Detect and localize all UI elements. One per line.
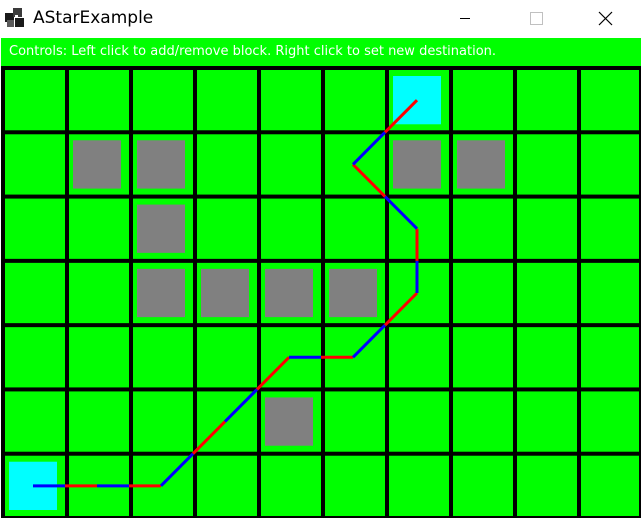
grid-cell[interactable] — [257, 197, 321, 261]
grid-line-horizontal — [1, 194, 641, 199]
grid-cell[interactable] — [1, 132, 65, 196]
grid-cell[interactable] — [577, 68, 641, 132]
block-cell[interactable] — [265, 268, 313, 318]
grid-cell[interactable] — [449, 325, 513, 389]
grid-cell[interactable] — [1, 68, 65, 132]
grid-line-horizontal — [1, 451, 641, 456]
grid-cell[interactable] — [449, 389, 513, 453]
grid-cell[interactable] — [449, 68, 513, 132]
grid-cell[interactable] — [513, 197, 577, 261]
grid-cell[interactable] — [65, 261, 129, 325]
grid-cell[interactable] — [1, 325, 65, 389]
grid-cell[interactable] — [193, 197, 257, 261]
grid-cell[interactable] — [513, 132, 577, 196]
grid-cell[interactable] — [577, 389, 641, 453]
close-icon — [598, 11, 613, 26]
grid-cell[interactable] — [257, 132, 321, 196]
grid-cell[interactable] — [577, 261, 641, 325]
block-cell[interactable] — [73, 140, 121, 189]
grid-cell[interactable] — [449, 454, 513, 518]
grid-cell[interactable] — [321, 454, 385, 518]
grid-cell[interactable] — [513, 325, 577, 389]
grid-cell[interactable] — [321, 68, 385, 132]
grid-cell[interactable] — [129, 325, 193, 389]
grid-cell[interactable] — [257, 454, 321, 518]
grid-cell[interactable] — [513, 261, 577, 325]
grid-cell[interactable] — [577, 197, 641, 261]
grid-cell[interactable] — [577, 132, 641, 196]
grid-line-horizontal — [1, 130, 641, 135]
block-cell[interactable] — [201, 268, 249, 318]
grid-cell[interactable] — [321, 389, 385, 453]
grid-cell[interactable] — [321, 197, 385, 261]
grid-cell[interactable] — [1, 261, 65, 325]
block-cell[interactable] — [457, 140, 505, 189]
grid-cell[interactable] — [385, 389, 449, 453]
astar-grid[interactable] — [1, 66, 641, 518]
grid-line-horizontal — [1, 258, 641, 263]
controls-instructions: Controls: Left click to add/remove block… — [9, 44, 497, 59]
grid-line-horizontal — [1, 387, 641, 392]
grid-cell[interactable] — [449, 197, 513, 261]
block-cell[interactable] — [137, 204, 185, 253]
grid-cell[interactable] — [577, 325, 641, 389]
grid-cell[interactable] — [385, 325, 449, 389]
grid-cell[interactable] — [129, 68, 193, 132]
minimize-button[interactable] — [442, 0, 488, 36]
grid-cell[interactable] — [1, 197, 65, 261]
grid-cell[interactable] — [385, 454, 449, 518]
grid-cell[interactable] — [257, 68, 321, 132]
grid-cell[interactable] — [65, 389, 129, 453]
grid-cell[interactable] — [193, 325, 257, 389]
close-button[interactable] — [582, 0, 628, 36]
grid-cell[interactable] — [193, 454, 257, 518]
block-cell[interactable] — [393, 140, 441, 189]
window-title: AStarExample — [33, 8, 154, 28]
grid-cell[interactable] — [65, 68, 129, 132]
grid-cell[interactable] — [65, 197, 129, 261]
maximize-button[interactable] — [512, 0, 558, 36]
grid-cell[interactable] — [449, 261, 513, 325]
app-window: AStarExample Controls: Left click to add… — [0, 0, 642, 518]
maximize-icon — [530, 12, 543, 25]
grid-cell[interactable] — [193, 68, 257, 132]
block-cell[interactable] — [137, 268, 185, 318]
grid-cell[interactable] — [193, 132, 257, 196]
grid-cell[interactable] — [513, 389, 577, 453]
grid-cell[interactable] — [513, 454, 577, 518]
grid-cell[interactable] — [1, 389, 65, 453]
block-cell[interactable] — [265, 397, 313, 446]
minimize-icon — [460, 18, 470, 19]
grid-line-horizontal — [1, 323, 641, 328]
grid-cell[interactable] — [513, 68, 577, 132]
grid-cell[interactable] — [577, 454, 641, 518]
block-cell[interactable] — [329, 268, 377, 318]
grid-cell[interactable] — [129, 389, 193, 453]
app-logo-icon — [5, 8, 24, 27]
block-cell[interactable] — [137, 140, 185, 189]
grid-cell[interactable] — [65, 325, 129, 389]
grid-line-horizontal — [1, 66, 641, 70]
title-bar[interactable]: AStarExample — [0, 0, 642, 38]
client-area: Controls: Left click to add/remove block… — [1, 38, 641, 518]
